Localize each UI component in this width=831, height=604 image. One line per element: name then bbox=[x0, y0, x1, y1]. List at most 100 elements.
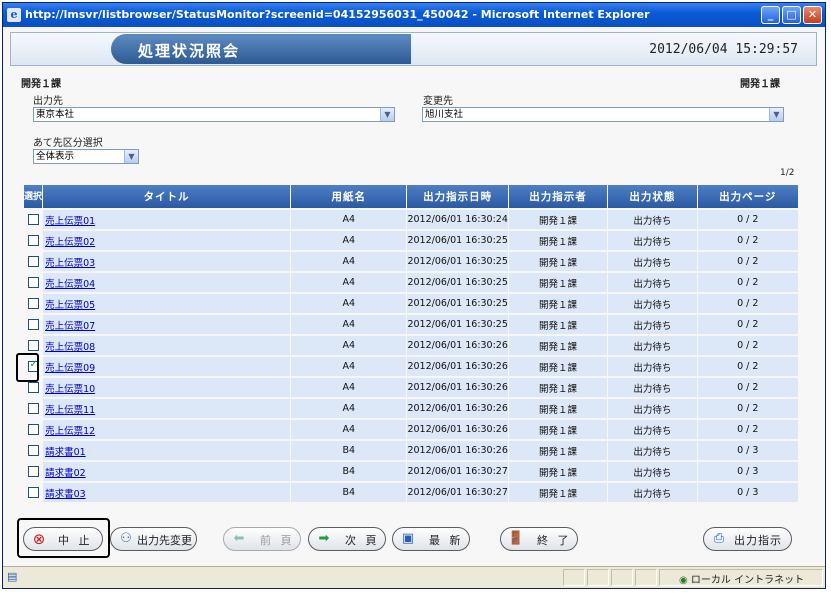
row-title-cell: 売上伝票01 bbox=[43, 210, 291, 229]
row-title-link[interactable]: 売上伝票09 bbox=[45, 363, 95, 374]
row-title-cell: 売上伝票05 bbox=[43, 294, 291, 313]
row-title-link[interactable]: 売上伝票08 bbox=[45, 342, 95, 353]
row-select-cell bbox=[24, 399, 43, 418]
change-to-value: 旭川支社 bbox=[425, 109, 464, 120]
row-title-link[interactable]: 売上伝票04 bbox=[45, 279, 95, 290]
row-paper: A4 bbox=[291, 315, 407, 334]
table-row: 売上伝票04 A4 2012/06/01 16:30:25 開発１課 出力待ち 0 / 2 bbox=[24, 273, 798, 292]
row-checkbox[interactable] bbox=[27, 403, 39, 414]
next-page-button[interactable]: ➡ 次 頁 bbox=[308, 527, 386, 551]
row-status: 出力待ち bbox=[608, 462, 697, 481]
row-checkbox[interactable] bbox=[27, 256, 39, 267]
close-icon[interactable]: ✕ bbox=[803, 6, 822, 24]
row-pages: 0 / 2 bbox=[697, 336, 798, 355]
page-indicator: 1/2 bbox=[780, 168, 795, 178]
row-title-link[interactable]: 売上伝票05 bbox=[45, 300, 95, 311]
row-title-link[interactable]: 請求書02 bbox=[45, 468, 86, 479]
status-segment bbox=[635, 569, 657, 586]
row-checkbox[interactable] bbox=[27, 319, 39, 330]
row-checkbox[interactable] bbox=[27, 298, 39, 309]
row-checkbox[interactable] bbox=[27, 466, 39, 477]
row-checkbox[interactable] bbox=[27, 340, 39, 351]
print-instruct-button[interactable]: ⎙ 出力指示 bbox=[703, 527, 792, 551]
row-user: 開発１課 bbox=[508, 315, 608, 334]
row-paper: A4 bbox=[291, 336, 407, 355]
refresh-button[interactable]: ▣ 最 新 bbox=[392, 527, 470, 551]
row-status: 出力待ち bbox=[608, 231, 697, 250]
row-user: 開発１課 bbox=[508, 420, 608, 439]
row-pages: 0 / 2 bbox=[697, 315, 798, 334]
exit-door-icon: 🚪 bbox=[507, 531, 525, 546]
page-title: 処理状況照会 bbox=[138, 42, 241, 60]
row-user: 開発１課 bbox=[508, 357, 608, 376]
col-header-paper[interactable]: 用紙名 bbox=[291, 185, 407, 208]
status-bar: ▤ ◉ ローカル イントラネット bbox=[3, 566, 825, 588]
row-title-cell: 売上伝票02 bbox=[43, 231, 291, 250]
row-datetime: 2012/06/01 16:30:25 bbox=[407, 294, 508, 313]
row-select-cell bbox=[24, 294, 43, 313]
chevron-down-icon: ▼ bbox=[380, 108, 394, 121]
col-header-datetime[interactable]: 出力指示日時 bbox=[407, 185, 508, 208]
row-select-cell bbox=[24, 441, 43, 460]
row-title-cell: 売上伝票08 bbox=[43, 336, 291, 355]
row-checkbox[interactable] bbox=[27, 487, 39, 498]
dest-type-select[interactable]: 全体表示 ▼ bbox=[33, 149, 139, 164]
col-header-status[interactable]: 出力状態 bbox=[608, 185, 697, 208]
row-title-link[interactable]: 請求書01 bbox=[45, 447, 86, 458]
row-pages: 0 / 3 bbox=[697, 483, 798, 502]
row-title-link[interactable]: 請求書03 bbox=[45, 489, 86, 500]
row-checkbox[interactable] bbox=[27, 277, 39, 288]
change-dest-button[interactable]: ⚇ 出力先変更 bbox=[110, 527, 197, 551]
row-title-link[interactable]: 売上伝票01 bbox=[45, 216, 95, 227]
row-user: 開発１課 bbox=[508, 252, 608, 271]
change-to-select[interactable]: 旭川支社 ▼ bbox=[422, 107, 784, 122]
cancel-icon: ⊗ bbox=[32, 530, 46, 548]
output-to-select[interactable]: 東京本社 ▼ bbox=[33, 107, 395, 122]
row-title-link[interactable]: 売上伝票11 bbox=[45, 405, 95, 416]
row-select-cell bbox=[24, 462, 43, 481]
row-checkbox[interactable] bbox=[27, 382, 39, 393]
header-datetime: 2012/06/04 15:29:57 bbox=[649, 42, 798, 57]
row-pages: 0 / 2 bbox=[697, 294, 798, 313]
col-header-select: 選択 bbox=[24, 185, 43, 208]
row-title-link[interactable]: 売上伝票07 bbox=[45, 321, 95, 332]
row-checkbox[interactable] bbox=[27, 214, 39, 225]
table-row: 売上伝票05 A4 2012/06/01 16:30:25 開発１課 出力待ち 0 / 2 bbox=[24, 294, 798, 313]
table-row: 売上伝票03 A4 2012/06/01 16:30:25 開発１課 出力待ち 0 / 2 bbox=[24, 252, 798, 271]
row-title-link[interactable]: 売上伝票12 bbox=[45, 426, 95, 437]
minimize-icon[interactable]: _ bbox=[761, 6, 780, 24]
stop-button[interactable]: ⊗ 中 止 bbox=[23, 527, 103, 551]
prev-page-button[interactable]: ⬅ 前 頁 bbox=[223, 527, 301, 551]
output-to-label: 出力先 bbox=[33, 96, 63, 107]
col-header-pages[interactable]: 出力ページ bbox=[697, 185, 798, 208]
row-select-cell bbox=[24, 210, 43, 229]
col-header-user[interactable]: 出力指示者 bbox=[508, 185, 608, 208]
page-header: 処理状況照会 2012/06/04 15:29:57 bbox=[10, 32, 817, 66]
ie-icon: e bbox=[7, 8, 21, 22]
row-title-link[interactable]: 売上伝票02 bbox=[45, 237, 95, 248]
globe-icon: ◉ bbox=[679, 575, 688, 586]
row-title-link[interactable]: 売上伝票03 bbox=[45, 258, 95, 269]
dept-left: 開発１課 bbox=[21, 79, 61, 90]
next-page-label: 次 頁 bbox=[345, 534, 380, 547]
window-title: http://lmsvr/listbrowser/StatusMonitor?s… bbox=[25, 8, 650, 21]
refresh-icon: ▣ bbox=[401, 531, 415, 546]
row-pages: 0 / 2 bbox=[697, 399, 798, 418]
row-pages: 0 / 3 bbox=[697, 441, 798, 460]
row-status: 出力待ち bbox=[608, 357, 697, 376]
exit-button[interactable]: 🚪 終 了 bbox=[500, 527, 578, 551]
row-paper: A4 bbox=[291, 399, 407, 418]
row-select-cell bbox=[24, 231, 43, 250]
row-checkbox[interactable] bbox=[27, 445, 39, 456]
col-header-title[interactable]: タイトル bbox=[43, 185, 291, 208]
row-title-cell: 売上伝票11 bbox=[43, 399, 291, 418]
table-row: 売上伝票02 A4 2012/06/01 16:30:25 開発１課 出力待ち 0 / 2 bbox=[24, 231, 798, 250]
row-checkbox[interactable] bbox=[27, 424, 39, 435]
row-checkbox[interactable] bbox=[27, 235, 39, 246]
row-title-link[interactable]: 売上伝票10 bbox=[45, 384, 95, 395]
row-user: 開発１課 bbox=[508, 399, 608, 418]
row-title-cell: 請求書03 bbox=[43, 483, 291, 502]
table-header-row: 選択 タイトル 用紙名 出力指示日時 出力指示者 出力状態 出力ページ bbox=[24, 185, 798, 208]
chevron-down-icon: ▼ bbox=[124, 150, 138, 163]
maximize-icon[interactable]: □ bbox=[782, 6, 801, 24]
